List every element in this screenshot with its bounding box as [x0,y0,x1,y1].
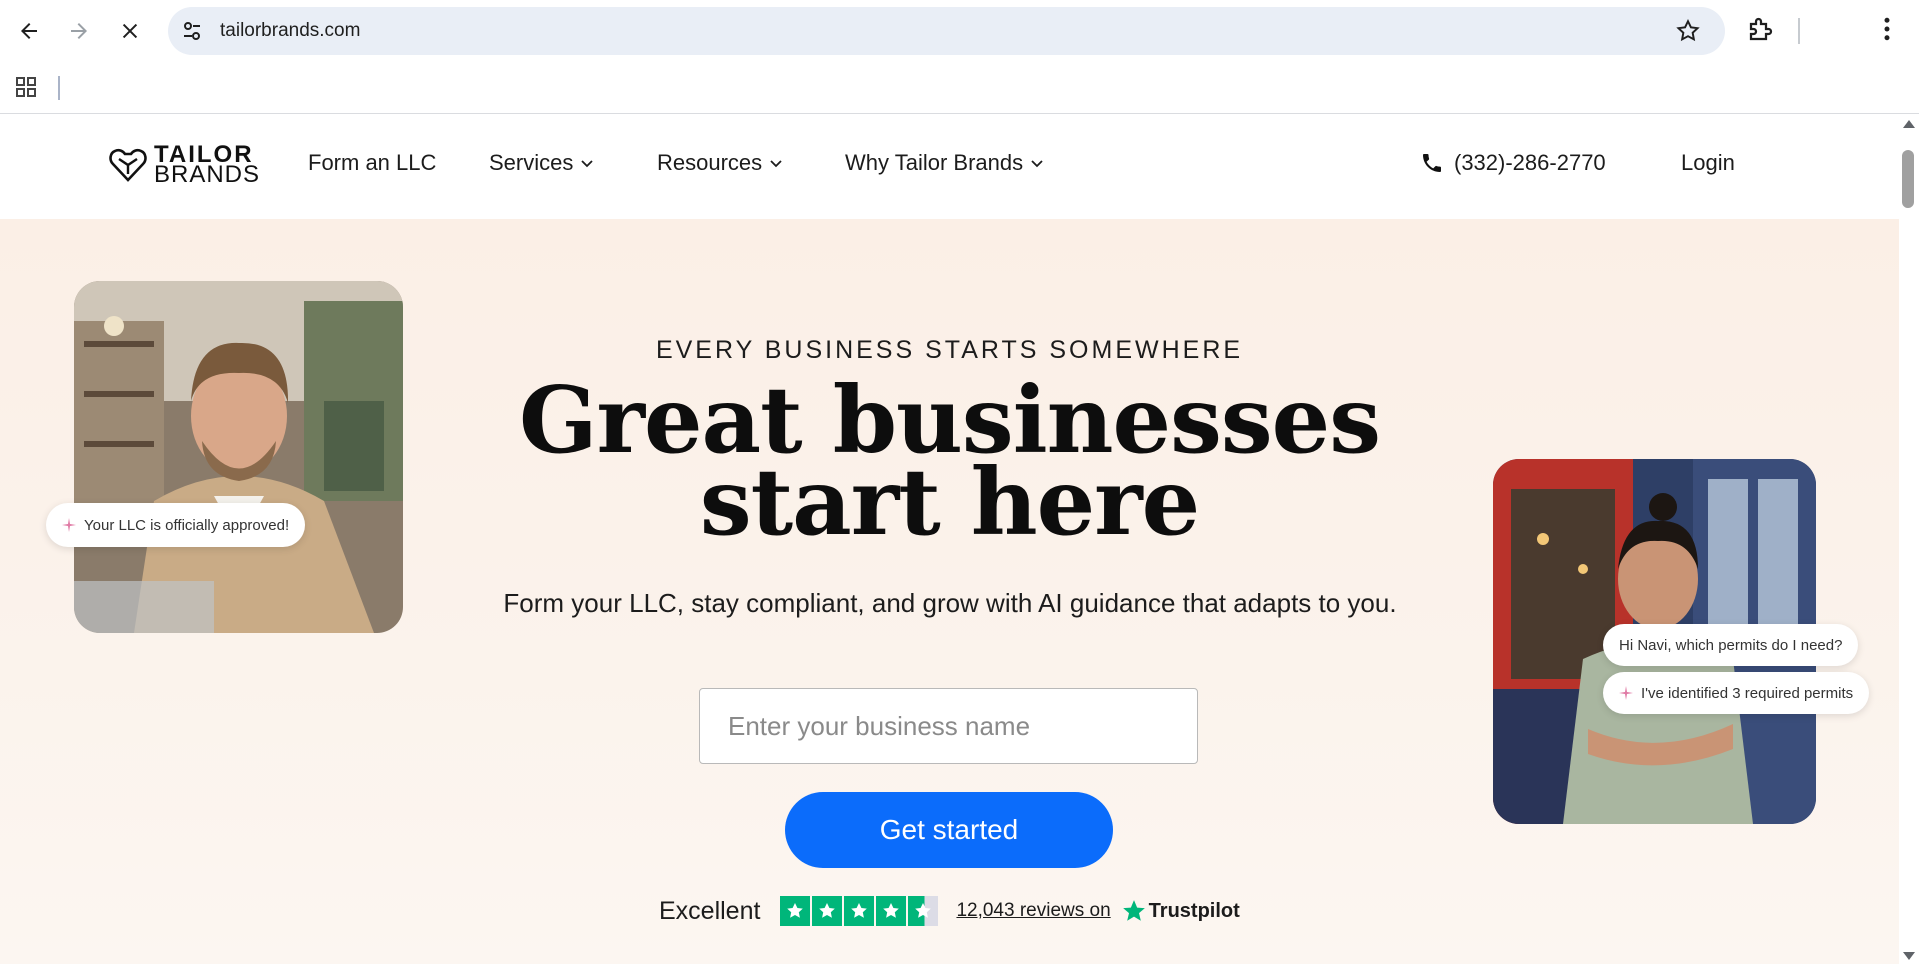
permits-answer-text: I've identified 3 required permits [1641,684,1854,702]
hero-headline: Great businesses start here [0,374,1899,556]
puzzle-icon [1749,17,1773,41]
nav-services-label: Services [489,150,574,175]
bookmarks-divider [58,76,60,100]
rating-label: Excellent [659,896,761,925]
hero-kicker: EVERY BUSINESS STARTS SOMEWHERE [655,336,1244,364]
get-started-button[interactable]: Get started [785,792,1113,868]
reviews-link[interactable]: 12,043 reviews on [956,900,1110,922]
bookmarks-bar [0,63,1919,114]
extensions-button[interactable] [1746,14,1780,48]
logo-line-2: BRANDS [154,161,261,188]
nav-why-label: Why Tailor Brands [845,150,1024,175]
toolbar-divider [1798,18,1800,44]
stop-loading-button[interactable] [113,14,147,48]
nav-services[interactable]: Services [489,150,595,176]
back-button[interactable] [12,14,46,48]
forward-button[interactable] [62,14,96,48]
chevron-down-icon [1031,160,1043,168]
trustpilot-logo[interactable]: Trustpilot [1121,898,1240,924]
browser-toolbar: tailorbrands.com [0,0,1919,63]
bookmark-star-icon[interactable] [1675,18,1701,44]
nav-form-llc-label: Form an LLC [308,150,437,175]
nav-why-tailor-brands[interactable]: Why Tailor Brands [845,150,1045,176]
phone-icon [1423,154,1441,172]
close-icon [122,23,138,39]
hero-section: Your LLC is officially approved! Hi Navi… [0,219,1899,964]
permits-question-text: Hi Navi, which permits do I need? [1619,636,1843,654]
heart-logo-icon [109,148,147,182]
arrow-right-icon [71,23,87,39]
scroll-up-arrow-icon[interactable] [1903,120,1915,128]
permits-answer-chip: I've identified 3 required permits [1603,672,1870,714]
star-icon [844,896,875,926]
chevron-down-icon [770,160,782,168]
trustpilot-wordmark: Trustpilot [1148,899,1240,922]
url-text[interactable]: tailorbrands.com [220,7,360,55]
browser-menu-button[interactable] [1872,14,1906,48]
scroll-down-arrow-icon[interactable] [1903,952,1915,960]
apps-grid-icon[interactable] [14,75,38,99]
hero-subhead: Form your LLC, stay compliant, and grow … [503,588,1397,618]
star-rating [780,896,940,926]
nav-resources-label: Resources [657,150,763,175]
nav-resources[interactable]: Resources [657,150,784,176]
scrollbar-thumb[interactable] [1902,150,1914,208]
site-info-icon[interactable] [180,19,204,43]
phone-number: (332)-286-2770 [1454,150,1606,175]
page-viewport: TAILOR BRANDS Form an LLC Services Resou… [0,114,1899,964]
chevron-down-icon [581,160,593,168]
phone-link[interactable]: (332)-286-2770 [1420,150,1606,176]
nav-form-llc[interactable]: Form an LLC [308,150,436,176]
star-icon [812,896,843,926]
trustpilot-rating: Excellent 12,043 reviews on Trustpilot [659,895,1240,927]
sparkle-icon [1619,686,1633,700]
arrow-left-icon [21,23,37,39]
permits-question-chip: Hi Navi, which permits do I need? [1603,624,1859,666]
site-header: TAILOR BRANDS Form an LLC Services Resou… [0,114,1899,219]
star-icon [876,896,907,926]
business-name-input[interactable] [699,688,1198,764]
hero-headline-line-2: start here [699,448,1200,556]
address-bar[interactable]: tailorbrands.com [168,7,1725,55]
star-icon [780,896,811,926]
login-link[interactable]: Login [1681,150,1735,176]
tailor-brands-logo[interactable]: TAILOR BRANDS [108,143,261,188]
page-scrollbar[interactable] [1899,114,1919,964]
half-star-icon [908,896,939,926]
more-vert-icon [1884,17,1890,41]
trustpilot-star-icon [1122,900,1145,921]
